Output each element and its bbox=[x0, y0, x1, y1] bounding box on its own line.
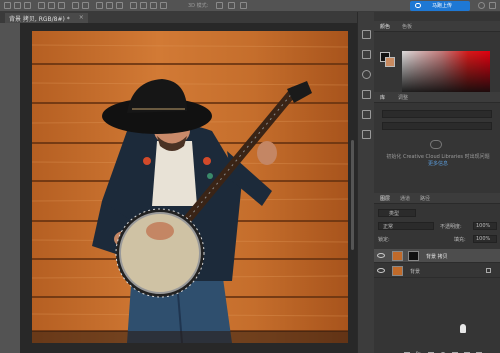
cloud-upload-label: 马跑上传 bbox=[432, 3, 453, 9]
library-search-input[interactable] bbox=[382, 122, 492, 130]
document-tab[interactable]: 背景 拷贝, RGB/8#) * × bbox=[5, 13, 88, 23]
color-panel-tabs: 颜色 色板 bbox=[374, 21, 500, 32]
color-spectrum[interactable] bbox=[402, 51, 490, 96]
layer-name: 背景 拷贝 bbox=[426, 254, 448, 260]
align-left-icon[interactable] bbox=[4, 2, 11, 9]
distribute-middle-icon[interactable] bbox=[48, 2, 55, 9]
layer-thumbnail bbox=[392, 251, 403, 261]
3d-mode-label: 3D 模式: bbox=[188, 3, 209, 9]
document-canvas[interactable] bbox=[32, 31, 348, 343]
close-icon[interactable]: × bbox=[79, 14, 84, 21]
3d-orbit-icon[interactable] bbox=[216, 2, 223, 9]
lock-icon bbox=[486, 268, 491, 273]
layer-name: 背景 bbox=[410, 269, 421, 275]
document-title: 背景 拷贝, RGB/8#) * bbox=[9, 16, 70, 23]
right-panel-dock: 颜色 色板 库 调整 初始化 Creative Cloud Libraries … bbox=[374, 12, 500, 353]
layer-thumbnail bbox=[392, 266, 403, 276]
3d-roll-icon[interactable] bbox=[140, 2, 147, 9]
tab-color[interactable]: 颜色 bbox=[380, 23, 390, 30]
tab-layers[interactable]: 图层 bbox=[380, 195, 390, 202]
properties-icon[interactable] bbox=[362, 50, 371, 59]
library-more-info-link[interactable]: 更多信息 bbox=[428, 161, 448, 167]
visibility-eye-icon[interactable] bbox=[377, 268, 385, 273]
panel-icon-strip bbox=[357, 12, 374, 353]
history-icon[interactable] bbox=[362, 30, 371, 39]
layer-mask-thumbnail[interactable] bbox=[408, 251, 419, 261]
cloud-upload-button[interactable]: 马跑上传 bbox=[410, 1, 470, 11]
layers-panel-tabs: 图层 通道 路径 bbox=[374, 193, 500, 204]
mouse-cursor bbox=[460, 324, 466, 333]
search-icon[interactable] bbox=[478, 2, 485, 9]
distribute-bottom-icon[interactable] bbox=[58, 2, 65, 9]
brush-preset-icon[interactable] bbox=[362, 90, 371, 99]
info-icon[interactable] bbox=[362, 70, 371, 79]
3d-pan-icon[interactable] bbox=[150, 2, 157, 9]
cloud-icon bbox=[415, 3, 421, 8]
blend-mode-select[interactable]: 正常 bbox=[378, 222, 434, 230]
tab-channels[interactable]: 通道 bbox=[400, 195, 410, 202]
cc-libraries-icon bbox=[430, 140, 442, 149]
fill-input[interactable]: 100% bbox=[473, 235, 497, 243]
tab-adjustments[interactable]: 调整 bbox=[398, 94, 408, 101]
banjo-player-photo bbox=[32, 31, 348, 343]
library-panel-tabs: 库 调整 bbox=[374, 92, 500, 103]
lock-label: 锁定: bbox=[378, 237, 390, 243]
character-icon[interactable] bbox=[362, 110, 371, 119]
distribute-top-icon[interactable] bbox=[38, 2, 45, 9]
library-error-message: 初始化 Creative Cloud Libraries 时出现问题更多信息 bbox=[386, 154, 490, 167]
paragraph-icon[interactable] bbox=[362, 130, 371, 139]
opacity-input[interactable]: 100% bbox=[473, 222, 497, 230]
warp-icon[interactable] bbox=[116, 2, 123, 9]
distribute-vertical-icon[interactable] bbox=[82, 2, 89, 9]
tab-swatches[interactable]: 色板 bbox=[402, 23, 412, 30]
align-right-icon[interactable] bbox=[24, 2, 31, 9]
visibility-eye-icon[interactable] bbox=[377, 253, 385, 258]
align-center-icon[interactable] bbox=[14, 2, 21, 9]
3d-scale-icon[interactable] bbox=[228, 2, 235, 9]
layer-row[interactable]: 背景 bbox=[374, 264, 500, 278]
document-tab-bar: 背景 拷贝, RGB/8#) * × bbox=[0, 12, 372, 23]
3d-rotate-icon[interactable] bbox=[130, 2, 137, 9]
layer-kind-filter[interactable]: 类型 bbox=[378, 209, 416, 217]
tab-paths[interactable]: 路径 bbox=[420, 195, 430, 202]
distribute-horizontal-icon[interactable] bbox=[72, 2, 79, 9]
auto-align-icon[interactable] bbox=[96, 2, 103, 9]
canvas-scrollbar[interactable] bbox=[351, 140, 354, 250]
library-select[interactable] bbox=[382, 110, 492, 118]
3d-camera-icon[interactable] bbox=[240, 2, 247, 9]
tab-libraries[interactable]: 库 bbox=[380, 94, 385, 101]
opacity-label: 不透明度: bbox=[440, 224, 462, 230]
fill-label: 填充: bbox=[454, 237, 466, 243]
options-bar: 3D 模式: 马跑上传 bbox=[0, 0, 500, 12]
3d-slide-icon[interactable] bbox=[160, 2, 167, 9]
tools-panel bbox=[0, 23, 20, 353]
workspace-icon[interactable] bbox=[489, 2, 496, 9]
transform-icon[interactable] bbox=[106, 2, 113, 9]
layer-row[interactable]: 背景 拷贝 bbox=[374, 249, 500, 263]
background-color-swatch[interactable] bbox=[385, 57, 395, 67]
